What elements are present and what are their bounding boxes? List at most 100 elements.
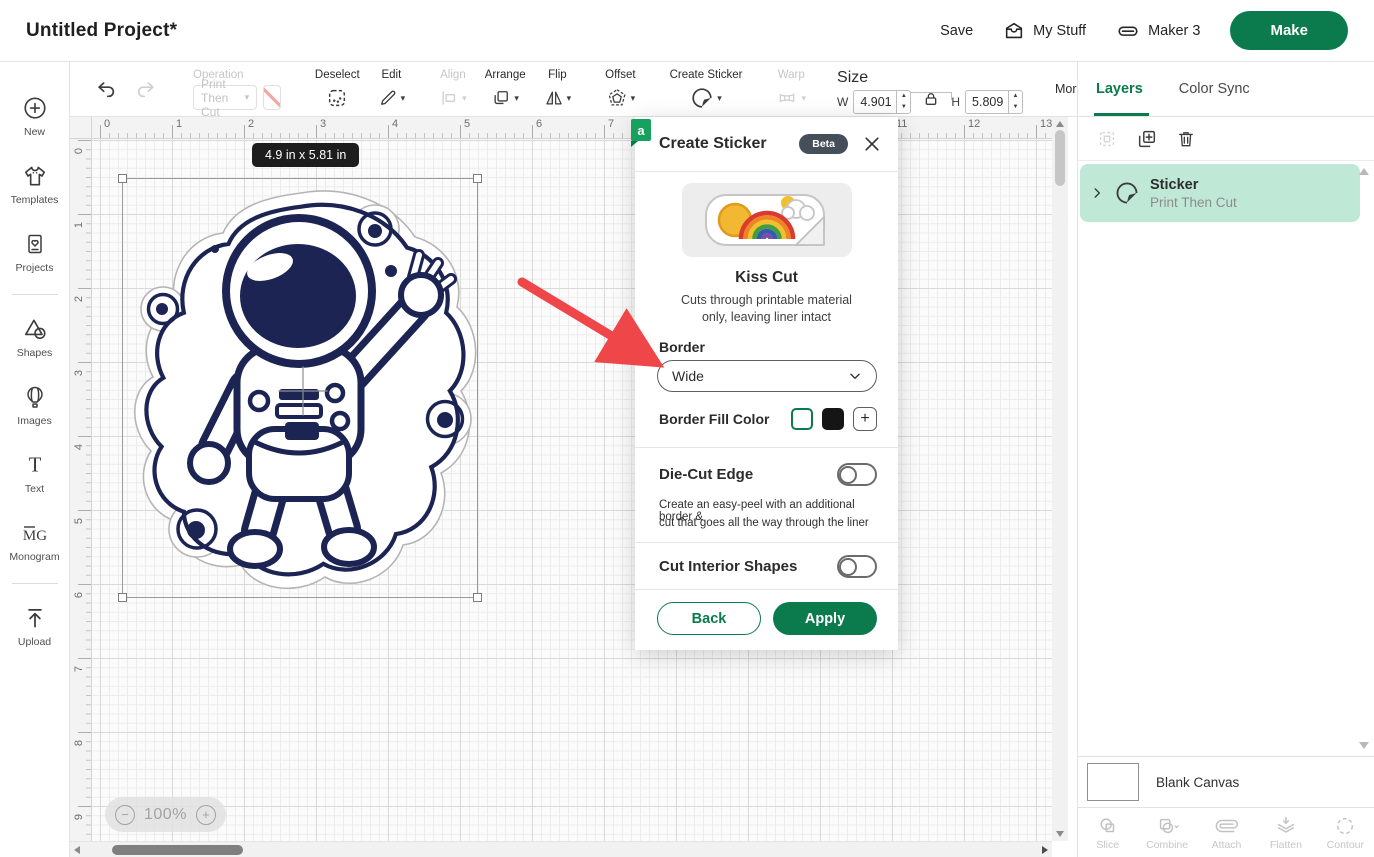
create-sticker-button[interactable]: Create Sticker ▾ [661, 62, 752, 116]
align-button[interactable]: Align ▾ [430, 62, 476, 116]
ruler-number: 5 [73, 514, 85, 528]
scroll-left-arrow[interactable] [74, 846, 80, 854]
arrange-icon [491, 88, 511, 108]
scroll-down-arrow[interactable] [1056, 831, 1064, 837]
layers-scroll-down[interactable] [1359, 742, 1369, 749]
close-icon[interactable] [862, 134, 882, 154]
edit-button[interactable]: Edit ▾ [369, 62, 415, 116]
my-stuff-button[interactable]: My Stuff [1003, 20, 1086, 42]
sidebar-item-new[interactable]: New [0, 82, 70, 150]
design-canvas[interactable]: 012345678910111213 0123456789 [70, 117, 1077, 857]
tab-color-sync[interactable]: Color Sync [1179, 62, 1250, 116]
blank-canvas-row[interactable]: Blank Canvas [1078, 756, 1374, 807]
vertical-scroll-thumb[interactable] [1055, 130, 1065, 186]
canvas-horizontal-scrollbar[interactable] [70, 841, 1052, 857]
flip-button[interactable]: Flip ▾ [535, 62, 581, 116]
project-card-icon [23, 231, 47, 257]
sidebar-item-monogram[interactable]: MG Monogram [0, 507, 70, 575]
paperclip-icon [1211, 810, 1242, 841]
selection-handle[interactable] [118, 593, 127, 602]
width-input[interactable]: 4.901 ▲▼ [853, 90, 911, 114]
back-button[interactable]: Back [657, 602, 761, 635]
trash-icon [1176, 128, 1196, 150]
divider [635, 447, 898, 448]
warp-button[interactable]: Warp ▾ [767, 62, 815, 116]
scroll-right-arrow[interactable] [1042, 846, 1048, 854]
ruler-number: 7 [608, 118, 614, 130]
lock-icon [923, 90, 939, 108]
tab-layers[interactable]: Layers [1096, 62, 1143, 116]
combine-button[interactable]: Combine [1137, 808, 1196, 857]
width-stepper[interactable]: ▲▼ [896, 91, 910, 113]
astronaut-sticker-art[interactable] [123, 179, 479, 599]
duplicate-button[interactable] [1136, 128, 1158, 150]
upload-icon [22, 605, 48, 631]
tshirt-icon [22, 163, 48, 189]
selection-handle[interactable] [473, 593, 482, 602]
selection-box[interactable] [122, 178, 478, 598]
operation-dropdown[interactable]: Print Then Cut▾ [193, 85, 257, 110]
machine-selector[interactable]: Maker 3 [1116, 20, 1200, 42]
svg-text:MG: MG [22, 528, 46, 544]
height-stepper[interactable]: ▲▼ [1008, 91, 1022, 113]
horizontal-scroll-thumb[interactable] [112, 845, 243, 855]
offset-button[interactable]: Offset ▾ [596, 62, 644, 116]
make-button[interactable]: Make [1230, 11, 1348, 50]
sidebar-item-projects[interactable]: Projects [0, 218, 70, 286]
attach-button[interactable]: Attach [1197, 808, 1256, 857]
fill-color-black-swatch[interactable] [822, 408, 844, 430]
slice-button[interactable]: Slice [1078, 808, 1137, 857]
border-label: Border [659, 339, 705, 355]
sidebar-item-text[interactable]: T Text [0, 439, 70, 507]
duplicate-icon [1136, 128, 1158, 150]
ruler-number: 1 [176, 118, 182, 130]
kiss-cut-preview [682, 183, 852, 257]
sidebar-item-templates[interactable]: Templates [0, 150, 70, 218]
fill-color-white-swatch[interactable] [791, 408, 813, 430]
size-lock-button[interactable] [916, 90, 946, 114]
die-cut-edge-label: Die-Cut Edge [659, 466, 753, 483]
group-button[interactable] [1096, 128, 1118, 150]
plus-circle-icon [22, 95, 48, 121]
redo-button[interactable] [134, 78, 158, 100]
add-color-button[interactable]: + [853, 407, 877, 431]
contour-button[interactable]: Contour [1316, 808, 1374, 857]
die-cut-edge-toggle[interactable] [837, 463, 877, 486]
undo-button[interactable] [94, 78, 118, 100]
dialog-title: Create Sticker [659, 135, 767, 153]
ruler-number: 7 [73, 662, 85, 676]
save-button[interactable]: Save [940, 23, 973, 39]
kiss-cut-description: only, leaving liner intact [635, 310, 898, 324]
zoom-out-button[interactable]: − [115, 805, 135, 825]
chevron-right-icon[interactable] [1090, 186, 1104, 200]
flatten-button[interactable]: Flatten [1256, 808, 1315, 857]
sidebar-item-images[interactable]: Images [0, 371, 70, 439]
sidebar-item-shapes[interactable]: Shapes [0, 303, 70, 371]
top-bar: Untitled Project* Save My Stuff Maker 3 … [0, 0, 1374, 62]
ruler-number: 4 [73, 440, 85, 454]
edit-toolbar: Operation Print Then Cut▾ Deselect Edit … [70, 62, 1077, 117]
kiss-cut-title: Kiss Cut [635, 269, 898, 287]
deselect-button[interactable]: Deselect [306, 62, 369, 116]
arrange-button[interactable]: Arrange ▾ [476, 62, 535, 116]
zoom-in-button[interactable]: + [196, 805, 216, 825]
zoom-level: 100% [144, 806, 187, 824]
cut-interior-shapes-toggle[interactable] [837, 555, 877, 578]
delete-button[interactable] [1176, 128, 1196, 150]
left-sidebar: New Templates Projects Shapes Images T T… [0, 62, 70, 857]
selection-handle[interactable] [118, 174, 127, 183]
operation-color-swatch[interactable] [263, 85, 281, 110]
blank-canvas-swatch[interactable] [1087, 763, 1139, 801]
selection-handle[interactable] [473, 174, 482, 183]
apply-button[interactable]: Apply [773, 602, 877, 635]
layers-scroll-up[interactable] [1359, 168, 1369, 175]
canvas-vertical-scrollbar[interactable] [1052, 117, 1068, 841]
border-dropdown[interactable]: Wide [657, 360, 877, 392]
ruler-number: 3 [320, 118, 326, 130]
sticker-layer-icon [1114, 180, 1140, 206]
height-input[interactable]: 5.809 ▲▼ [965, 90, 1023, 114]
scroll-up-arrow[interactable] [1056, 121, 1064, 127]
machine-icon [1116, 20, 1140, 42]
sidebar-item-upload[interactable]: Upload [0, 592, 70, 660]
layer-row-sticker[interactable]: Sticker Print Then Cut [1080, 164, 1360, 222]
